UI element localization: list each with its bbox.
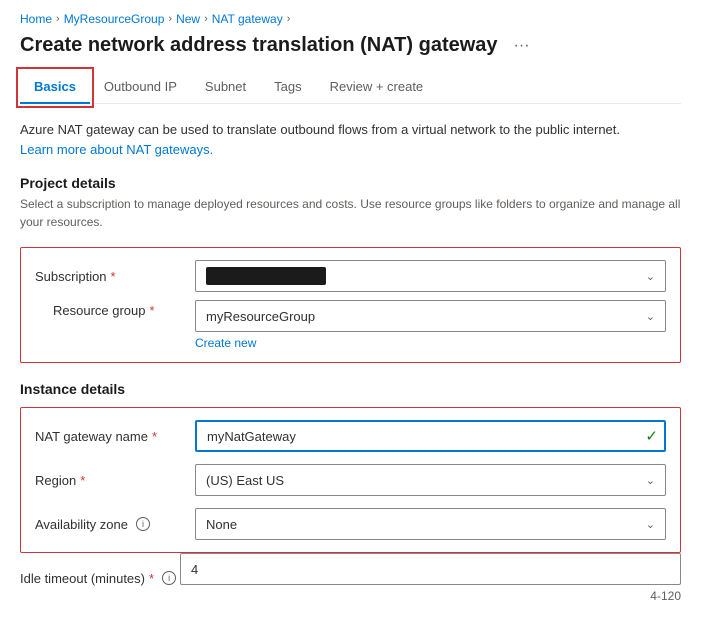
subscription-dropdown[interactable]: ⌄ (195, 260, 666, 292)
availability-zone-dropdown[interactable]: None ⌄ (195, 508, 666, 540)
subscription-chevron-icon: ⌄ (646, 270, 655, 283)
region-label: Region * (35, 473, 195, 488)
tab-outbound-ip[interactable]: Outbound IP (90, 71, 191, 104)
availability-zone-value: None (206, 517, 237, 532)
region-chevron-icon: ⌄ (646, 474, 655, 487)
tab-tags[interactable]: Tags (260, 71, 315, 104)
idle-timeout-label: Idle timeout (minutes) * i (20, 571, 180, 586)
tab-basics[interactable]: Basics (20, 71, 90, 104)
availability-zone-group: Availability zone i None ⌄ (35, 508, 666, 540)
instance-details-header: Instance details (20, 381, 681, 397)
project-details-header: Project details Select a subscription to… (20, 175, 681, 231)
tabs-nav: Basics Outbound IP Subnet Tags Review + … (20, 71, 681, 104)
page-header: Create network address translation (NAT)… (20, 34, 681, 57)
instance-details-title: Instance details (20, 381, 681, 397)
subscription-group: Subscription * ⌄ (35, 260, 666, 292)
subscription-redacted-value (206, 267, 326, 285)
resource-group-value: myResourceGroup (206, 309, 315, 324)
project-details-subtitle: Select a subscription to manage deployed… (20, 195, 681, 231)
nat-gateway-name-control: ✓ (195, 420, 666, 452)
idle-timeout-range: 4-120 (180, 589, 681, 603)
resource-group-chevron-icon: ⌄ (646, 310, 655, 323)
page-wrapper: Home › MyResourceGroup › New › NAT gatew… (0, 0, 701, 623)
project-details-title: Project details (20, 175, 681, 191)
breadcrumb-new[interactable]: New (176, 12, 200, 26)
breadcrumb-home[interactable]: Home (20, 12, 52, 26)
breadcrumb-resource-group[interactable]: MyResourceGroup (64, 12, 165, 26)
region-control: (US) East US ⌄ (195, 464, 666, 496)
learn-more-link[interactable]: Learn more about NAT gateways. (20, 142, 213, 157)
nat-gateway-name-input-wrap: ✓ (195, 420, 666, 452)
idle-timeout-info-icon[interactable]: i (162, 571, 176, 585)
availability-zone-label: Availability zone i (35, 517, 195, 532)
idle-timeout-group: Idle timeout (minutes) * i 4-120 (20, 553, 681, 603)
region-group: Region * (US) East US ⌄ (35, 464, 666, 496)
page-title: Create network address translation (NAT)… (20, 34, 498, 57)
idle-timeout-input[interactable] (180, 553, 681, 585)
nat-name-required-star: * (152, 429, 157, 444)
region-dropdown[interactable]: (US) East US ⌄ (195, 464, 666, 496)
subscription-control: ⌄ (195, 260, 666, 292)
create-new-link[interactable]: Create new (195, 336, 256, 350)
nat-gateway-name-input[interactable] (195, 420, 666, 452)
nat-gateway-name-group: NAT gateway name * ✓ (35, 420, 666, 452)
breadcrumb-nat-gateway[interactable]: NAT gateway (212, 12, 283, 26)
availability-zone-info-icon[interactable]: i (136, 517, 150, 531)
resource-group-required-star: * (150, 303, 155, 318)
idle-timeout-control: 4-120 (180, 553, 681, 603)
resource-group-control: myResourceGroup ⌄ Create new (195, 300, 666, 350)
subscription-required-star: * (111, 269, 116, 284)
tab-subnet[interactable]: Subnet (191, 71, 260, 104)
resource-group-dropdown[interactable]: myResourceGroup ⌄ (195, 300, 666, 332)
region-required-star: * (80, 473, 85, 488)
nat-gateway-name-label: NAT gateway name * (35, 429, 195, 444)
description-text: Azure NAT gateway can be used to transla… (20, 120, 681, 159)
project-details-section: Subscription * ⌄ Resource group * (20, 247, 681, 363)
instance-details-section: NAT gateway name * ✓ Region * (US) East … (20, 407, 681, 553)
checkmark-icon: ✓ (645, 427, 658, 445)
tab-review-create[interactable]: Review + create (316, 71, 438, 104)
resource-group-group: Resource group * myResourceGroup ⌄ Creat… (35, 300, 666, 350)
idle-timeout-required-star: * (149, 571, 154, 586)
region-value: (US) East US (206, 473, 284, 488)
ellipsis-button[interactable]: ··· (508, 35, 536, 57)
resource-group-label: Resource group * (53, 303, 213, 318)
resource-group-label-wrap: Resource group * (35, 300, 195, 320)
subscription-label: Subscription * (35, 269, 195, 284)
availability-zone-chevron-icon: ⌄ (646, 518, 655, 531)
breadcrumb: Home › MyResourceGroup › New › NAT gatew… (20, 12, 681, 26)
availability-zone-control: None ⌄ (195, 508, 666, 540)
